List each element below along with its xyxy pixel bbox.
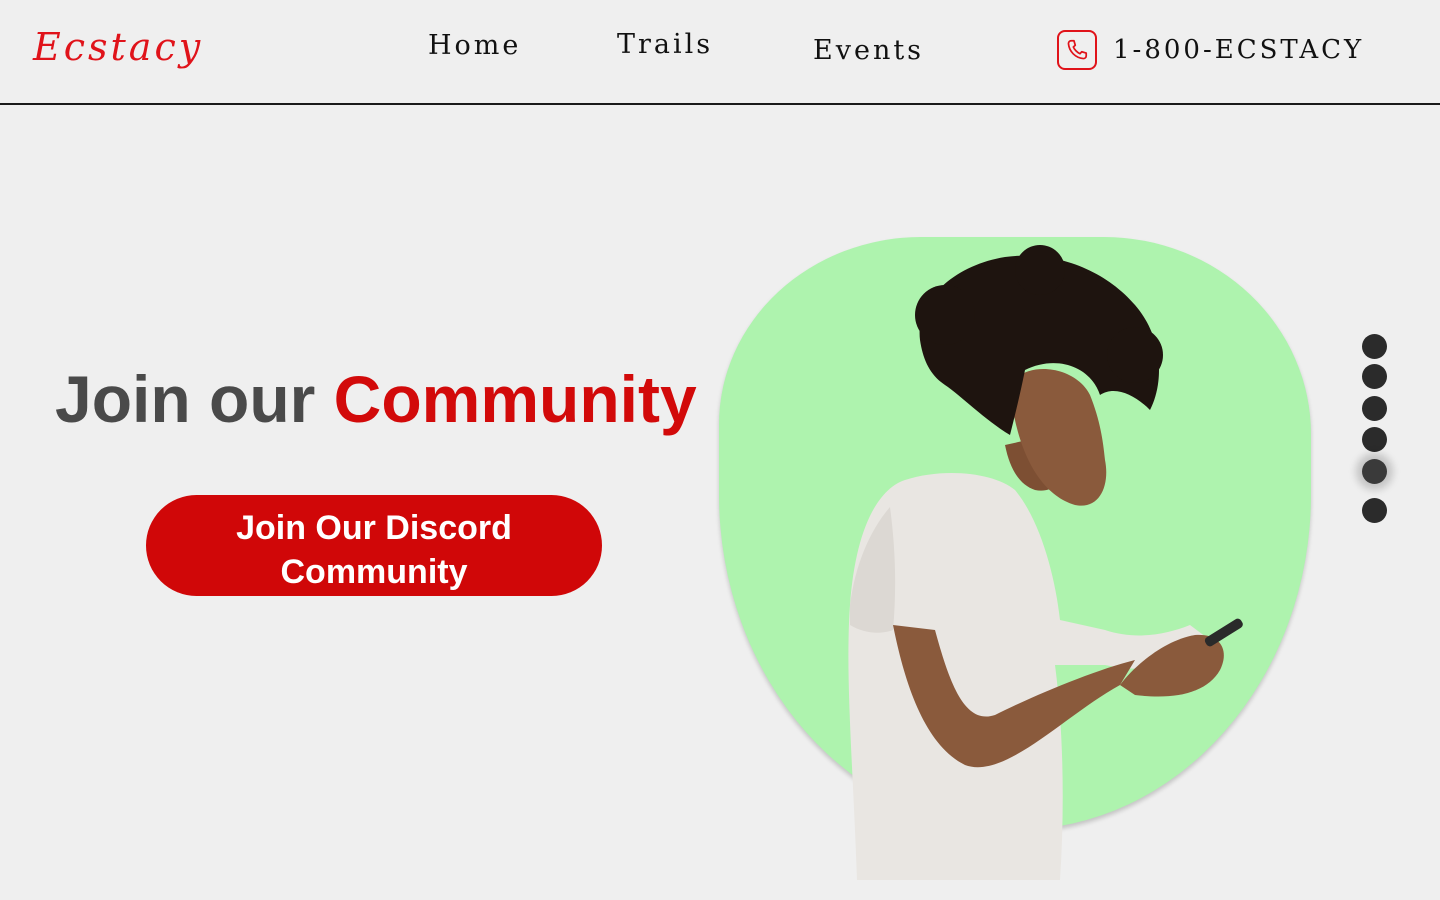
join-discord-button[interactable]: Join Our Discord Community [146, 495, 602, 596]
carousel-dot-2[interactable] [1362, 364, 1387, 389]
carousel-dot-4[interactable] [1362, 427, 1387, 452]
site-header: Ecstacy Home Trails Events 1-800-ECSTACY [0, 0, 1440, 105]
nav-link-trails[interactable]: Trails [617, 31, 713, 58]
carousel-dot-1[interactable] [1362, 334, 1387, 359]
phone-icon[interactable] [1057, 30, 1097, 70]
carousel-dot-5[interactable] [1362, 459, 1387, 484]
nav-link-home[interactable]: Home [428, 32, 521, 59]
hero-title-prefix: Join our [55, 362, 334, 436]
hero-title: Join our Community [55, 362, 697, 438]
person-with-phone-photo [848, 245, 1243, 880]
phone-number[interactable]: 1-800-ECSTACY [1113, 37, 1364, 63]
phone-icon-glyph [1067, 39, 1088, 60]
carousel-dot-3[interactable] [1362, 396, 1387, 421]
carousel-dot-6[interactable] [1362, 498, 1387, 523]
nav-link-events[interactable]: Events [813, 37, 924, 64]
page: Ecstacy Home Trails Events 1-800-ECSTACY… [0, 0, 1440, 900]
hero-title-highlight: Community [333, 362, 697, 436]
logo[interactable]: Ecstacy [33, 28, 203, 66]
